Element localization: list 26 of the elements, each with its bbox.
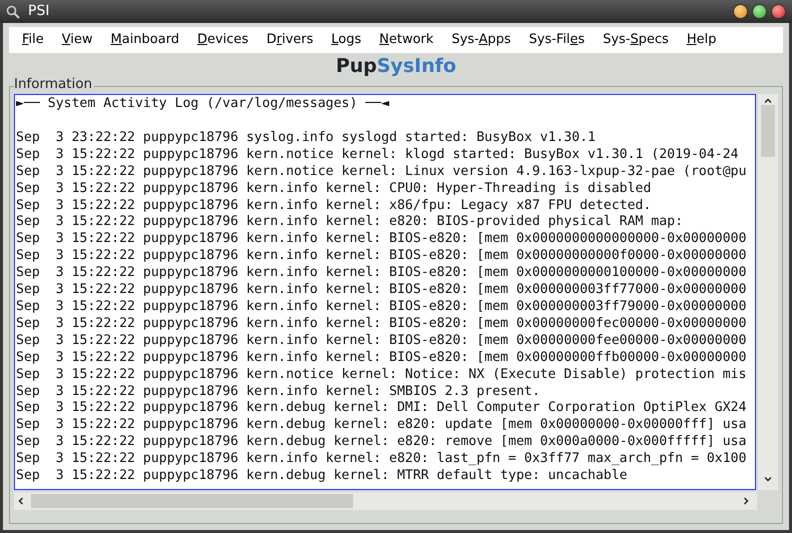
menu-item[interactable]: Devices: [188, 29, 258, 50]
app-title: PupSysInfo: [336, 54, 456, 78]
window-title: PSI: [28, 2, 50, 21]
menu-item[interactable]: File: [13, 29, 53, 50]
menu-item[interactable]: Logs: [322, 29, 370, 50]
horizontal-scrollbar[interactable]: [14, 492, 757, 510]
close-button[interactable]: [771, 4, 786, 19]
menu-item[interactable]: Network: [370, 29, 443, 50]
menu-item[interactable]: View: [52, 29, 102, 50]
menu-item[interactable]: Sys-Apps: [442, 29, 520, 50]
minimize-button[interactable]: [733, 4, 748, 19]
vertical-scrollbar[interactable]: [758, 94, 778, 490]
menu-item[interactable]: Mainboard: [102, 29, 188, 50]
maximize-button[interactable]: [752, 4, 767, 19]
scroll-left-icon[interactable]: [18, 497, 23, 506]
scroll-up-icon[interactable]: [764, 98, 772, 104]
scroll-thumb[interactable]: [31, 494, 353, 508]
menu-item[interactable]: Sys-Specs: [594, 29, 678, 50]
scroll-thumb[interactable]: [761, 105, 776, 158]
menu-item[interactable]: Help: [678, 29, 726, 50]
scroll-down-icon[interactable]: [764, 477, 772, 482]
magnifier-icon: [6, 4, 20, 18]
log-text-area[interactable]: ►── System Activity Log (/var/log/messages) ──◄ Sep 3 23:22:22 puppypc18796 syslog.info syslogd started: BusyBox v1.30.1 Sep 3 15:22:22 puppypc18796 kern.notice kernel: klogd started: BusyBox v1.30.1 (2019-04-24 Sep 3 15:22:22 puppypc18796 kern.notice kernel: Linux version 4.9.163-lxpup-32-pae (root@pu Sep 3 15:22:22 puppypc18796 kern.info kernel: CPU0: Hyper-Threading is disabled Sep 3 15:22:22 puppypc18796 kern.info kernel: x86/fpu: Legacy x87 FPU detected. Sep 3 15:22:22 puppypc18796 kern.info kernel: e820: BIOS-provided physical RAM map: Sep 3 15:22:22 puppypc18796 kern.info kernel: BIOS-e820: [mem 0x0000000000000000-0x00000000 Sep 3 15:22:22 puppypc18796 kern.info kernel: BIOS-e820: [mem 0x00000000000f0000-0x00000000 Sep 3 15:22:22 puppypc18796 kern.info kernel: BIOS-e820: [mem 0x0000000000100000-0x00000000 Sep 3 15:22:22 puppypc18796 kern.info kernel: BIOS-e820: [mem 0x000000003ff77000-0x00000000 Sep 3 15:22:22 puppypc18796 kern.info kernel: BIOS-e820: [mem 0x000000003ff79000-0x00000000 Sep 3 15:22:22 puppypc18796 kern.info kernel: BIOS-e820: [mem 0x00000000fec00000-0x00000000 Sep 3 15:22:22 puppypc18796 kern.info kernel: BIOS-e820: [mem 0x00000000fee00000-0x00000000 Sep 3 15:22:22 puppypc18796 kern.info kernel: BIOS-e820: [mem 0x00000000ffb00000-0x00000000 Sep 3 15:22:22 puppypc18796 kern.notice kernel: Notice: NX (Execute Disable) protection mis Sep 3 15:22:22 puppypc18796 kern.info kernel: SMBIOS 2.3 present. Sep 3 15:22:22 puppypc18796 kern.debug kernel: DMI: Dell Computer Corporation OptiPlex GX24 Sep 3 15:22:22 puppypc18796 kern.debug kernel: e820: update [mem 0x00000000-0x00000fff] usa Sep 3 15:22:22 puppypc18796 kern.debug kernel: e820: remove [mem 0x000a0000-0x000fffff] usa Sep 3 15:22:22 puppypc18796 kern.info kernel: e820: last_pfn = 0x3ff77 max_arch_pfn = 0x100 Sep 3 15:22:22 puppypc18796 kern.debug kernel: MTRR default type: uncachable: [14, 94, 756, 490]
menu-item[interactable]: Sys-Files: [520, 29, 594, 50]
menu-item[interactable]: Drivers: [257, 29, 322, 50]
scroll-right-icon[interactable]: [744, 497, 749, 506]
